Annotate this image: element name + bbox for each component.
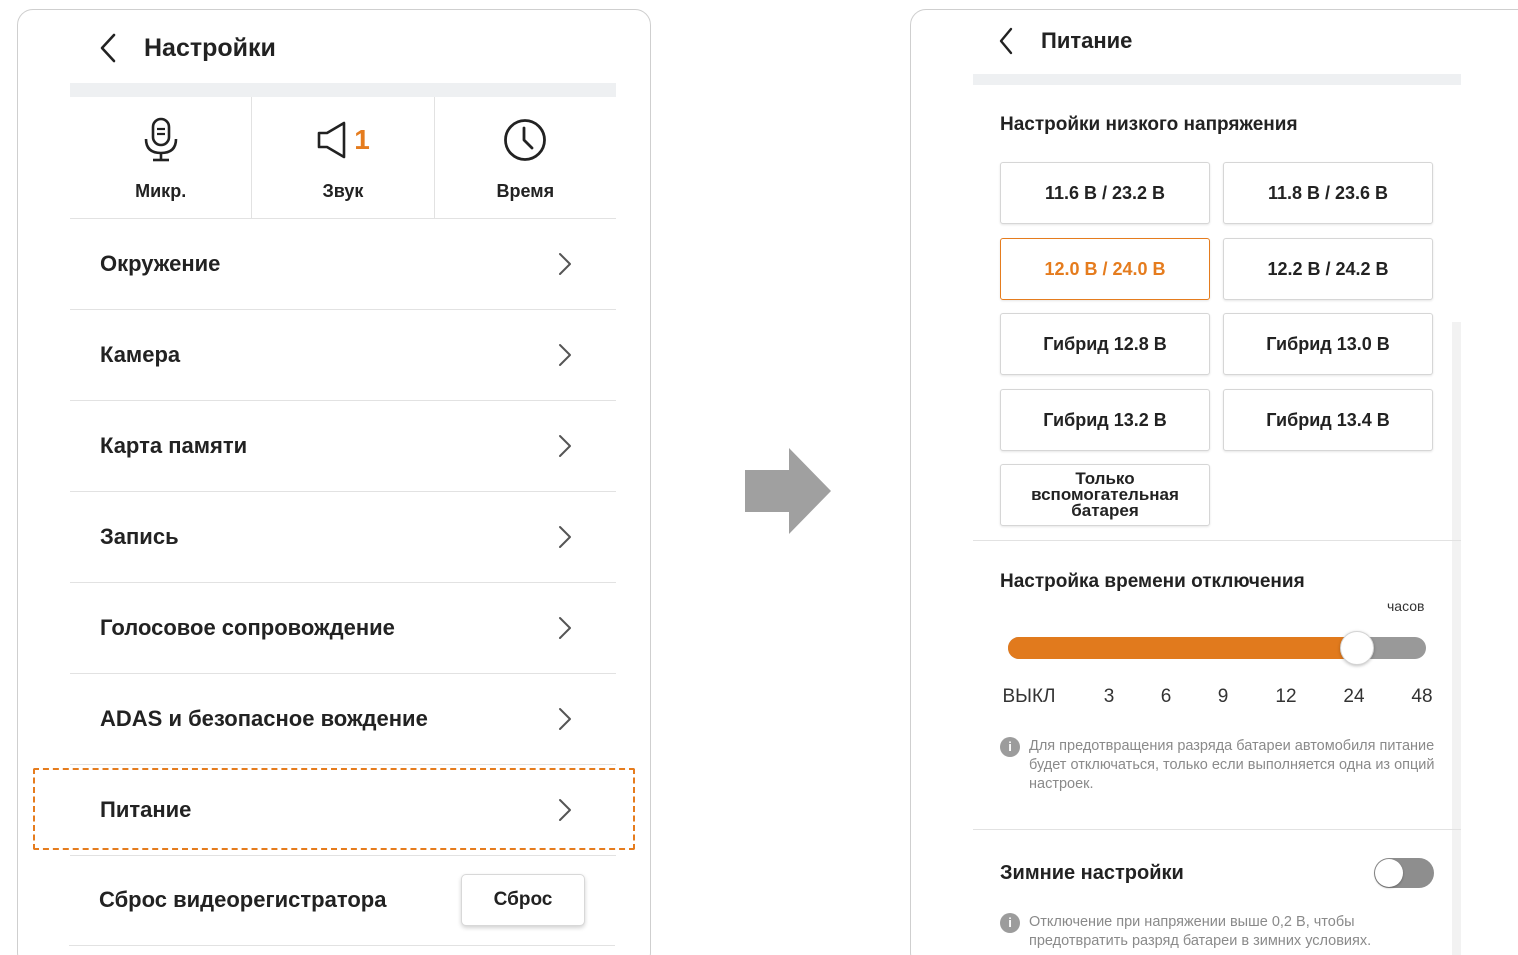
power-header: Питание xyxy=(997,24,1132,58)
voltage-option-12-0[interactable]: 12.0 В / 24.0 В xyxy=(1000,238,1210,300)
winter-info-text: Отключение при напряжении выше 0,2 В, чт… xyxy=(1029,914,1372,949)
chevron-right-icon xyxy=(559,253,571,275)
reset-dashcam-row: Сброс видеорегистратора Сброс xyxy=(69,855,615,946)
quick-action-label: Микр. xyxy=(135,181,187,201)
tick-label-24: 24 xyxy=(1343,686,1365,707)
shutdown-info-note: i Для предотвращения разряда батареи авт… xyxy=(1000,737,1440,794)
settings-header: Настройки xyxy=(98,30,276,66)
header-divider-strip xyxy=(973,74,1461,85)
menu-item-voice-guidance[interactable]: Голосовое сопровождение xyxy=(70,583,616,674)
voltage-option-12-2[interactable]: 12.2 В / 24.2 В xyxy=(1223,238,1433,300)
slider-thumb[interactable] xyxy=(1340,631,1374,665)
reset-dashcam-label: Сброс видеорегистратора xyxy=(99,887,387,912)
voltage-option-hybrid-13-2[interactable]: Гибрид 13.2 В xyxy=(1000,389,1210,451)
toggle-knob xyxy=(1375,859,1403,887)
menu-item-environment[interactable]: Окружение xyxy=(70,219,616,310)
low-voltage-title: Настройки низкого напряжения xyxy=(1000,114,1298,135)
settings-screen: Настройки Микр. 1 Звук Время Окружение К… xyxy=(17,9,651,955)
chevron-left-icon xyxy=(999,27,1013,55)
voltage-option-aux-battery-only[interactable]: Только вспомогательная батарея xyxy=(1000,464,1210,526)
tick-label-6: 6 xyxy=(1160,686,1172,707)
reset-button[interactable]: Сброс xyxy=(461,874,585,926)
menu-item-label: Карта памяти xyxy=(100,433,248,458)
menu-item-recording[interactable]: Запись xyxy=(70,492,616,583)
back-button[interactable] xyxy=(98,30,126,66)
chevron-right-icon xyxy=(559,799,571,821)
hours-unit-label: часов xyxy=(1387,598,1425,614)
menu-item-label: Окружение xyxy=(100,251,221,276)
header-divider-strip xyxy=(70,83,616,97)
menu-item-label: Голосовое сопровождение xyxy=(100,615,395,640)
voltage-option-11-6[interactable]: 11.6 В / 23.2 В xyxy=(1000,162,1210,224)
page-title: Настройки xyxy=(144,33,276,62)
quick-action-time[interactable]: Время xyxy=(433,97,616,218)
info-icon: i xyxy=(1000,737,1020,757)
chevron-right-icon xyxy=(559,617,571,639)
winter-settings-toggle[interactable] xyxy=(1374,858,1434,888)
shutdown-timer-slider[interactable] xyxy=(1008,631,1426,665)
menu-item-label: Камера xyxy=(100,342,181,367)
speaker-icon-wrap: 1 xyxy=(316,117,370,163)
winter-settings-label: Зимние настройки xyxy=(1000,861,1184,884)
tick-label-9: 9 xyxy=(1217,686,1229,707)
chevron-left-icon xyxy=(100,33,116,63)
shutdown-timer-title: Настройка времени отключения xyxy=(1000,571,1305,592)
voltage-option-hybrid-13-4[interactable]: Гибрид 13.4 В xyxy=(1223,389,1433,451)
menu-item-memory-card[interactable]: Карта памяти xyxy=(70,401,616,492)
back-button[interactable] xyxy=(997,23,1025,59)
winter-info-note: i Отключение при напряжении выше 0,2 В, … xyxy=(1000,913,1440,951)
menu-item-adas[interactable]: ADAS и безопасное вождение xyxy=(70,674,616,765)
clock-icon xyxy=(502,117,548,163)
menu-item-label: Запись xyxy=(100,524,179,549)
menu-item-label: Питание xyxy=(100,797,192,822)
chevron-right-icon xyxy=(559,435,571,457)
chevron-right-icon xyxy=(559,344,571,366)
power-screen: Питание Настройки низкого напряжения 11.… xyxy=(910,9,1518,955)
menu-item-label: ADAS и безопасное вождение xyxy=(100,706,428,731)
voltage-option-11-8[interactable]: 11.8 В / 23.6 В xyxy=(1223,162,1433,224)
chevron-right-icon xyxy=(559,526,571,548)
chevron-right-icon xyxy=(559,708,571,730)
settings-menu: Окружение Камера Карта памяти Запись Гол… xyxy=(70,219,616,856)
quick-action-sound[interactable]: 1 Звук xyxy=(251,97,433,218)
menu-item-camera[interactable]: Камера xyxy=(70,310,616,401)
microphone-icon xyxy=(141,117,181,163)
quick-action-label: Звук xyxy=(322,181,364,201)
section-divider xyxy=(973,540,1461,541)
page-title: Питание xyxy=(1041,28,1133,53)
tick-label-off: ВЫКЛ xyxy=(1002,686,1056,707)
shutdown-info-text: Для предотвращения разряда батареи автом… xyxy=(1029,738,1435,792)
transition-arrow-icon xyxy=(745,448,831,534)
quick-action-label: Время xyxy=(496,181,555,201)
scrollbar-track[interactable] xyxy=(1452,322,1461,955)
quick-action-mic[interactable]: Микр. xyxy=(70,97,251,218)
voltage-option-hybrid-13-0[interactable]: Гибрид 13.0 В xyxy=(1223,313,1433,375)
tick-label-12: 12 xyxy=(1275,686,1297,707)
menu-item-power[interactable]: Питание xyxy=(70,765,616,856)
voltage-option-hybrid-12-8[interactable]: Гибрид 12.8 В xyxy=(1000,313,1210,375)
info-icon: i xyxy=(1000,913,1020,933)
quick-actions: Микр. 1 Звук Время xyxy=(70,97,616,219)
tick-label-48: 48 xyxy=(1411,686,1433,707)
speaker-icon xyxy=(317,121,346,159)
section-divider xyxy=(973,829,1461,830)
winter-settings-row: Зимние настройки xyxy=(1000,856,1434,890)
sound-level-value: 1 xyxy=(354,124,370,155)
tick-label-3: 3 xyxy=(1103,686,1115,707)
slider-fill xyxy=(1008,637,1357,659)
